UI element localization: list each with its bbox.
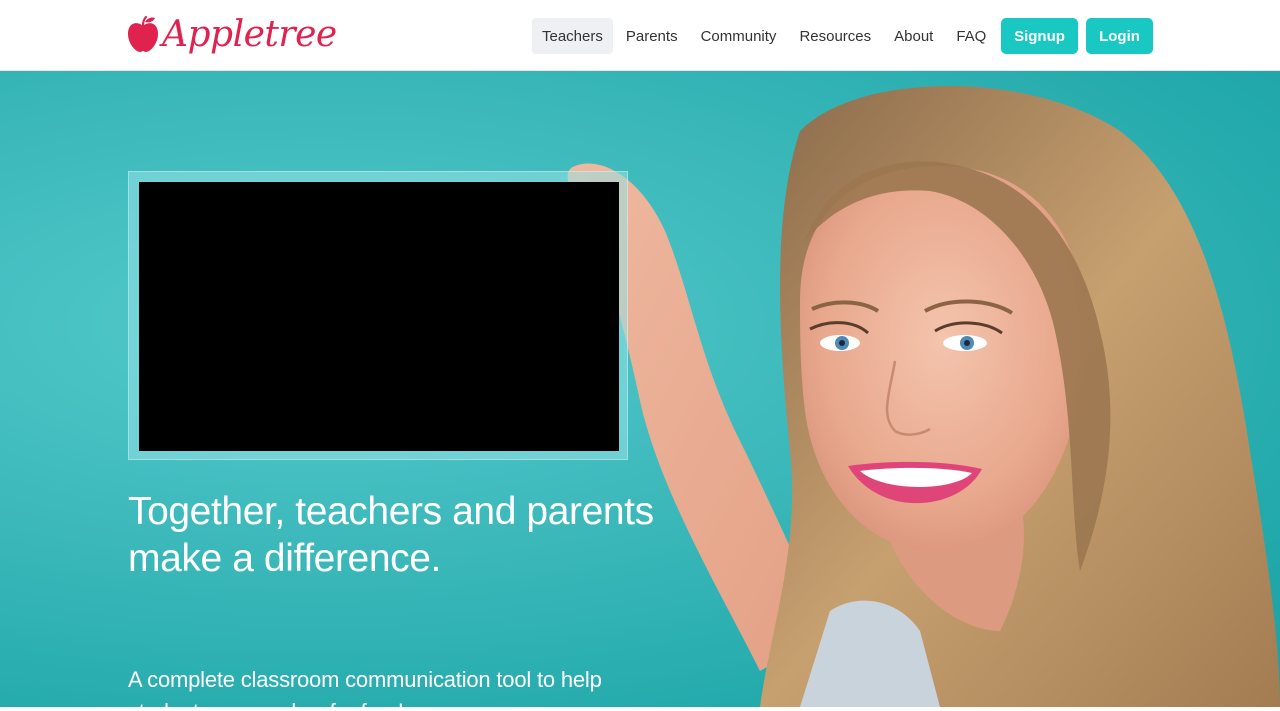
hero-headline: Together, teachers and parents make a di… bbox=[128, 490, 654, 580]
main-nav: Teachers Parents Community Resources Abo… bbox=[532, 18, 999, 54]
nav-resources[interactable]: Resources bbox=[789, 18, 881, 54]
top-navigation-bar: Appletree Teachers Parents Community Res… bbox=[0, 0, 1280, 71]
signup-button[interactable]: Signup bbox=[1001, 18, 1078, 54]
hero-subline: A complete classroom communication tool … bbox=[128, 667, 602, 707]
nav-community[interactable]: Community bbox=[691, 18, 787, 54]
intro-video[interactable] bbox=[139, 182, 619, 451]
video-frame bbox=[128, 171, 628, 460]
nav-faq[interactable]: FAQ bbox=[946, 18, 996, 54]
login-button[interactable]: Login bbox=[1086, 18, 1153, 54]
logo[interactable]: Appletree bbox=[126, 9, 337, 61]
apple-icon bbox=[128, 15, 158, 52]
page-divider bbox=[0, 707, 1280, 711]
logo-text: Appletree bbox=[162, 14, 337, 55]
hero-section: Together, teachers and parents make a di… bbox=[0, 71, 1280, 707]
nav-teachers[interactable]: Teachers bbox=[532, 18, 613, 54]
nav-about[interactable]: About bbox=[884, 18, 943, 54]
nav-parents[interactable]: Parents bbox=[616, 18, 688, 54]
